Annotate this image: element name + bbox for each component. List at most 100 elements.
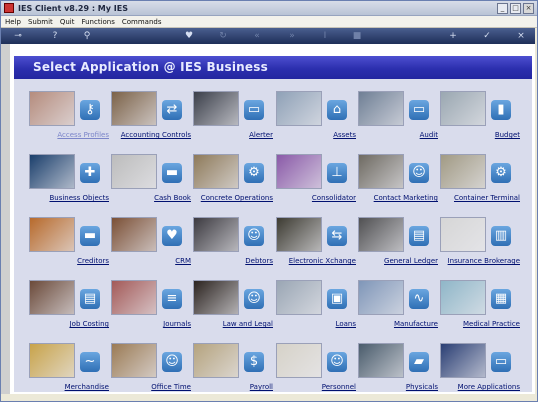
app-link[interactable]: Alerter (249, 131, 273, 139)
app-tile[interactable]: ☺ Debtors (193, 217, 273, 275)
money-icon[interactable]: $ (244, 352, 264, 372)
controls-icon[interactable]: ⇄ (162, 100, 182, 120)
app-photo[interactable] (111, 91, 157, 126)
document-icon[interactable]: ▤ (80, 289, 100, 309)
swoosh-icon[interactable]: ~ (80, 352, 100, 372)
people-icon[interactable]: ☺ (244, 289, 264, 309)
app-photo[interactable] (193, 343, 239, 378)
app-tile[interactable]: ∿ Manufacture (358, 280, 438, 338)
app-link[interactable]: Cash Book (154, 194, 191, 202)
refresh-icon[interactable]: ↻ (217, 30, 229, 42)
app-link[interactable]: Law and Legal (223, 320, 273, 328)
app-photo[interactable] (358, 154, 404, 189)
app-link[interactable]: Medical Practice (463, 320, 520, 328)
app-link[interactable]: Electronic Xchange (289, 257, 356, 265)
app-photo[interactable] (29, 280, 75, 315)
key-icon[interactable]: ⊸ (9, 30, 27, 42)
app-link[interactable]: Loans (336, 320, 356, 328)
app-link[interactable]: Personnel (322, 383, 356, 391)
cursor-icon[interactable]: I (319, 30, 331, 42)
app-tile[interactable]: ~ Merchandise (29, 343, 109, 401)
cancel-icon[interactable]: × (515, 30, 527, 42)
app-link[interactable]: Office Time (151, 383, 191, 391)
app-photo[interactable] (193, 91, 239, 126)
app-photo[interactable] (111, 217, 157, 252)
app-link[interactable]: Physicals (406, 383, 438, 391)
app-link[interactable]: Access Profiles (57, 131, 109, 139)
app-photo[interactable] (358, 217, 404, 252)
app-photo[interactable] (358, 280, 404, 315)
app-link[interactable]: Manufacture (394, 320, 438, 328)
app-link[interactable]: Concrete Operations (201, 194, 273, 202)
search-icon[interactable]: ⚲ (81, 30, 93, 42)
notes-icon[interactable]: ≡ (162, 289, 182, 309)
app-link[interactable]: Merchandise (65, 383, 109, 391)
app-link[interactable]: Payroll (250, 383, 273, 391)
app-photo[interactable] (276, 217, 322, 252)
app-tile[interactable]: ⚙ Container Terminal (440, 154, 520, 212)
people-icon[interactable]: ☺ (162, 352, 182, 372)
app-link[interactable]: Budget (495, 131, 520, 139)
app-tile[interactable]: ▭ Alerter (193, 91, 273, 149)
key-icon[interactable]: ⚷ (80, 100, 100, 120)
stop-icon[interactable]: ■ (351, 30, 363, 42)
gears-icon[interactable]: ⚙ (491, 163, 511, 183)
heart-icon[interactable]: ♥ (162, 226, 182, 246)
app-tile[interactable]: ▮ Budget (440, 91, 520, 149)
app-link[interactable]: Assets (333, 131, 356, 139)
bar-chart-icon[interactable]: ▮ (491, 100, 511, 120)
app-photo[interactable] (111, 154, 157, 189)
menu-quit[interactable]: Quit (60, 18, 75, 26)
printer-icon[interactable]: ▥ (491, 226, 511, 246)
chart-line-icon[interactable]: ∿ (409, 289, 429, 309)
home-icon[interactable]: ⌂ (327, 100, 347, 120)
app-photo[interactable] (276, 343, 322, 378)
exchange-icon[interactable]: ⇆ (327, 226, 347, 246)
app-photo[interactable] (193, 154, 239, 189)
app-tile[interactable]: ▦ Medical Practice (440, 280, 520, 338)
clipboard-icon[interactable]: ▤ (409, 226, 429, 246)
gears-icon[interactable]: ⚙ (244, 163, 264, 183)
windows-icon[interactable]: ▦ (491, 289, 511, 309)
app-tile[interactable]: ▬ Creditors (29, 217, 109, 275)
menu-functions[interactable]: Functions (81, 18, 114, 26)
app-photo[interactable] (276, 154, 322, 189)
confirm-icon[interactable]: ✓ (481, 30, 493, 42)
app-link[interactable]: Business Objects (49, 194, 109, 202)
monitor-icon[interactable]: ▭ (491, 352, 511, 372)
menu-help[interactable]: Help (5, 18, 21, 26)
app-tile[interactable]: ▤ Job Costing (29, 280, 109, 338)
app-tile[interactable]: ▭ More Applications (440, 343, 520, 401)
rewind-icon[interactable]: « (251, 30, 263, 42)
app-tile[interactable]: ▭ Audit (358, 91, 438, 149)
org-chart-icon[interactable]: ⊥ (327, 163, 347, 183)
help-icon[interactable]: ? (49, 30, 61, 42)
app-photo[interactable] (276, 91, 322, 126)
people-icon[interactable]: ☺ (244, 226, 264, 246)
app-photo[interactable] (29, 154, 75, 189)
puzzle-icon[interactable]: ✚ (80, 163, 100, 183)
app-tile[interactable]: ▣ Loans (276, 280, 356, 338)
app-link[interactable]: Debtors (245, 257, 273, 265)
app-tile[interactable]: ☺ Contact Marketing (358, 154, 438, 212)
close-button[interactable]: × (523, 2, 534, 14)
app-tile[interactable]: ⌂ Assets (276, 91, 356, 149)
heart-icon[interactable]: ♥ (183, 30, 195, 42)
app-tile[interactable]: ☺ Office Time (111, 343, 191, 401)
app-photo[interactable] (29, 91, 75, 126)
app-photo[interactable] (29, 217, 75, 252)
app-photo[interactable] (440, 343, 486, 378)
app-photo[interactable] (440, 154, 486, 189)
monitor-icon[interactable]: ▭ (409, 100, 429, 120)
app-tile[interactable]: ▰ Physicals (358, 343, 438, 401)
app-photo[interactable] (193, 217, 239, 252)
app-photo[interactable] (440, 217, 486, 252)
router-icon[interactable]: ▭ (244, 100, 264, 120)
app-link[interactable]: Accounting Controls (121, 131, 191, 139)
app-tile[interactable]: ▬ Cash Book (111, 154, 191, 212)
app-link[interactable]: More Applications (458, 383, 520, 391)
app-tile[interactable]: ▤ General Ledger (358, 217, 438, 275)
app-tile[interactable]: ≡ Journals (111, 280, 191, 338)
card-icon[interactable]: ▬ (80, 226, 100, 246)
app-tile[interactable]: ✚ Business Objects (29, 154, 109, 212)
